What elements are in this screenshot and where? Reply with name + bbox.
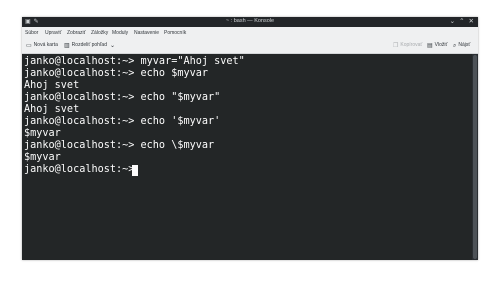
find-button[interactable]: ⌕ Nájsť [453,42,470,50]
search-icon: ⌕ [453,43,457,49]
paste-label: Vložiť [434,42,448,48]
close-icon[interactable]: ✕ [469,18,474,25]
menu-item-zalozky[interactable]: Záložky [91,30,108,36]
menu-item-moduly[interactable]: Moduly [112,30,128,36]
new-tab-label: Nová karta [33,42,58,48]
window-controls: ⌄ ⌃ ✕ [446,17,474,25]
terminal-line: janko@localhost:~> myvar="Ahoj svet" [24,56,245,67]
title-bar[interactable]: ▣ ✎ ~ : bash — Konsole ⌄ ⌃ ✕ [22,17,478,27]
text-cursor [132,165,138,176]
terminal-line: janko@localhost:~> echo $myvar [24,68,209,79]
copy-button[interactable]: ❐ Kopírovať [393,42,422,49]
split-view-label: Rozdeliť pohľad [71,42,107,48]
terminal-area[interactable]: janko@localhost:~> myvar="Ahoj svet" jan… [22,54,472,260]
terminal-line: Ahoj svet [24,104,80,115]
paste-icon: ▤ [427,43,433,49]
menu-bar: Súbor Upraviť Zobraziť Záložky Moduly Na… [22,27,478,38]
paste-button[interactable]: ▤ Vložiť [427,42,447,49]
maximize-icon[interactable]: ⌃ [459,18,464,25]
terminal-scrollbar[interactable] [472,54,478,260]
menu-item-zobrazit[interactable]: Zobraziť [67,30,86,36]
terminal-prompt-line: janko@localhost:~> [24,164,141,175]
konsole-window: ▣ ✎ ~ : bash — Konsole ⌄ ⌃ ✕ Súbor Upraviť … [22,17,478,260]
find-label: Nájsť [458,42,471,48]
menu-item-pomocnik[interactable]: Pomocník [164,30,186,36]
minimize-icon[interactable]: ⌄ [450,18,455,25]
toolbar: ▭ Nová karta ▥ Rozdeliť pohľad ⌄ ❐ Kopírovať… [22,38,478,54]
terminal-line: $myvar [24,152,61,163]
terminal-line: janko@localhost:~> echo \$myvar [24,140,215,151]
terminal-line: $myvar [24,128,61,139]
new-tab-icon: ▭ [26,43,32,49]
split-view-button[interactable]: ▥ Rozdeliť pohľad ⌄ [64,42,117,49]
split-view-icon: ▥ [64,43,70,49]
chevron-down-icon: ⌄ [109,43,116,49]
terminal-line: Ahoj svet [24,80,80,91]
copy-icon: ❐ [393,43,399,49]
terminal-line: janko@localhost:~> echo "$myvar" [24,92,221,103]
copy-label: Kopírovať [400,42,423,48]
window-title: ~ : bash — Konsole [225,18,275,24]
menu-item-upravit[interactable]: Upraviť [45,30,61,36]
new-tab-button[interactable]: ▭ Nová karta [26,42,58,49]
menu-item-subor[interactable]: Súbor [25,30,38,36]
terminal-line: janko@localhost:~> echo '$myvar' [24,116,221,127]
menu-item-nastavenie[interactable]: Nastavenie [134,30,159,36]
scrollbar-thumb[interactable] [473,55,477,259]
